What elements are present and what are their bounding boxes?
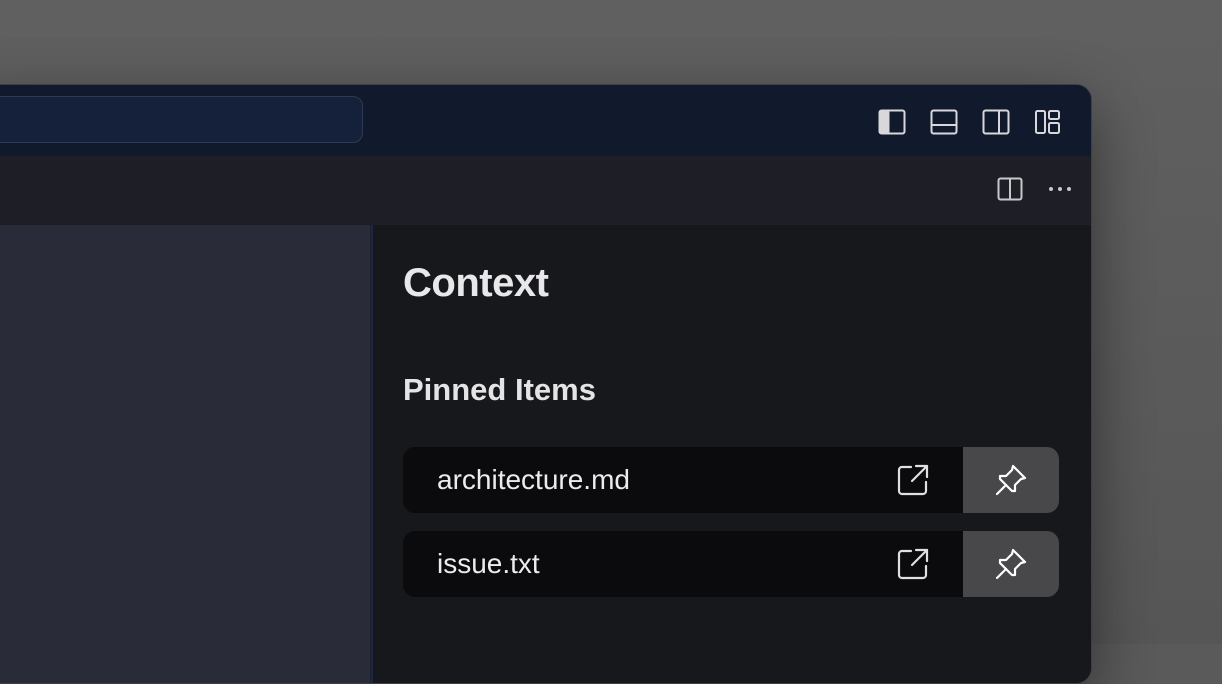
open-item-button[interactable] xyxy=(883,531,943,597)
more-actions-icon xyxy=(1049,187,1071,191)
editor-tab-bar xyxy=(0,156,1091,225)
context-title: Context xyxy=(403,261,549,305)
unpin-button[interactable] xyxy=(963,531,1059,597)
open-item-button[interactable] xyxy=(883,447,943,513)
layout-controls xyxy=(875,105,1065,139)
pinned-item[interactable]: issue.txt xyxy=(403,531,1059,597)
split-editor-button[interactable] xyxy=(993,172,1027,206)
toggle-panel-icon xyxy=(930,109,958,135)
split-editor-icon xyxy=(997,177,1023,201)
toggle-primary-sidebar-button[interactable] xyxy=(875,105,909,139)
app-window: Context Pinned Items architecture.md iss… xyxy=(0,84,1092,684)
pin-icon xyxy=(995,548,1027,580)
pinned-items-list: architecture.md issue.txt xyxy=(403,447,1059,615)
open-external-icon xyxy=(897,464,929,496)
title-bar xyxy=(0,85,1091,156)
pinned-item-label: architecture.md xyxy=(437,464,630,495)
context-panel: Context Pinned Items architecture.md iss… xyxy=(373,225,1091,683)
command-center-search[interactable] xyxy=(0,96,363,143)
editor-area xyxy=(0,225,374,683)
toggle-panel-button[interactable] xyxy=(927,105,961,139)
unpin-button[interactable] xyxy=(963,447,1059,513)
pinned-item[interactable]: architecture.md xyxy=(403,447,1059,513)
pinned-item-label: issue.txt xyxy=(437,548,540,579)
pin-icon xyxy=(995,464,1027,496)
customize-layout-button[interactable] xyxy=(1031,105,1065,139)
toggle-primary-sidebar-icon xyxy=(878,109,906,135)
toggle-secondary-sidebar-button[interactable] xyxy=(979,105,1013,139)
toggle-secondary-sidebar-icon xyxy=(982,109,1010,135)
open-external-icon xyxy=(897,548,929,580)
pinned-items-heading: Pinned Items xyxy=(403,372,596,407)
more-actions-button[interactable] xyxy=(1043,172,1077,206)
customize-layout-icon xyxy=(1035,110,1060,134)
editor-actions xyxy=(993,172,1077,206)
